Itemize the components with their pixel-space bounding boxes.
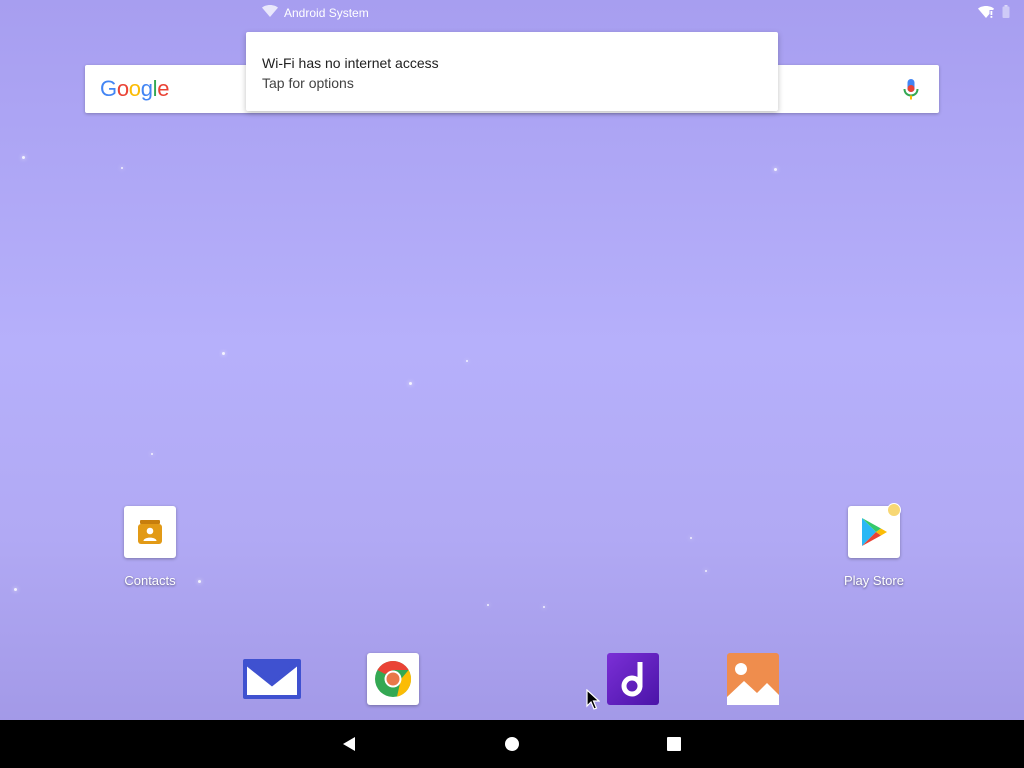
contacts-app[interactable]: Contacts: [100, 506, 200, 588]
notification-badge: [887, 503, 901, 517]
chrome-icon: [367, 653, 419, 705]
wifi-notification[interactable]: Wi-Fi has no internet access Tap for opt…: [246, 32, 778, 111]
chrome-app[interactable]: [367, 653, 419, 705]
contacts-label: Contacts: [124, 573, 176, 588]
music-app[interactable]: [607, 653, 659, 705]
battery-icon: [1002, 5, 1010, 21]
email-icon: [243, 659, 301, 699]
music-icon: [607, 653, 659, 705]
mic-icon[interactable]: [901, 78, 921, 102]
notification-title: Wi-Fi has no internet access: [262, 55, 439, 71]
status-bar[interactable]: Android System: [0, 0, 1024, 24]
recents-icon[interactable]: [664, 734, 684, 754]
gallery-app[interactable]: [727, 653, 779, 705]
notification-text: Tap for options: [262, 75, 354, 91]
mouse-cursor: [586, 688, 601, 711]
status-icons: [978, 5, 1010, 21]
back-icon[interactable]: [339, 734, 359, 754]
contacts-icon: [124, 506, 176, 558]
home-screen: Android System Google Wi-Fi has no inter…: [0, 0, 1024, 768]
status-notification[interactable]: Android System: [262, 4, 369, 21]
email-app[interactable]: [242, 653, 302, 705]
play-store-app[interactable]: Play Store: [824, 503, 924, 588]
status-notification-app: Android System: [284, 5, 369, 20]
wifi-warning-icon: [262, 4, 278, 21]
navigation-bar: [0, 720, 1024, 768]
home-icon[interactable]: [502, 734, 522, 754]
gallery-icon: [727, 653, 779, 705]
play-store-icon: [848, 503, 901, 558]
play-store-label: Play Store: [844, 573, 904, 588]
google-logo: Google: [100, 76, 170, 101]
wifi-warning-icon: [978, 5, 994, 21]
